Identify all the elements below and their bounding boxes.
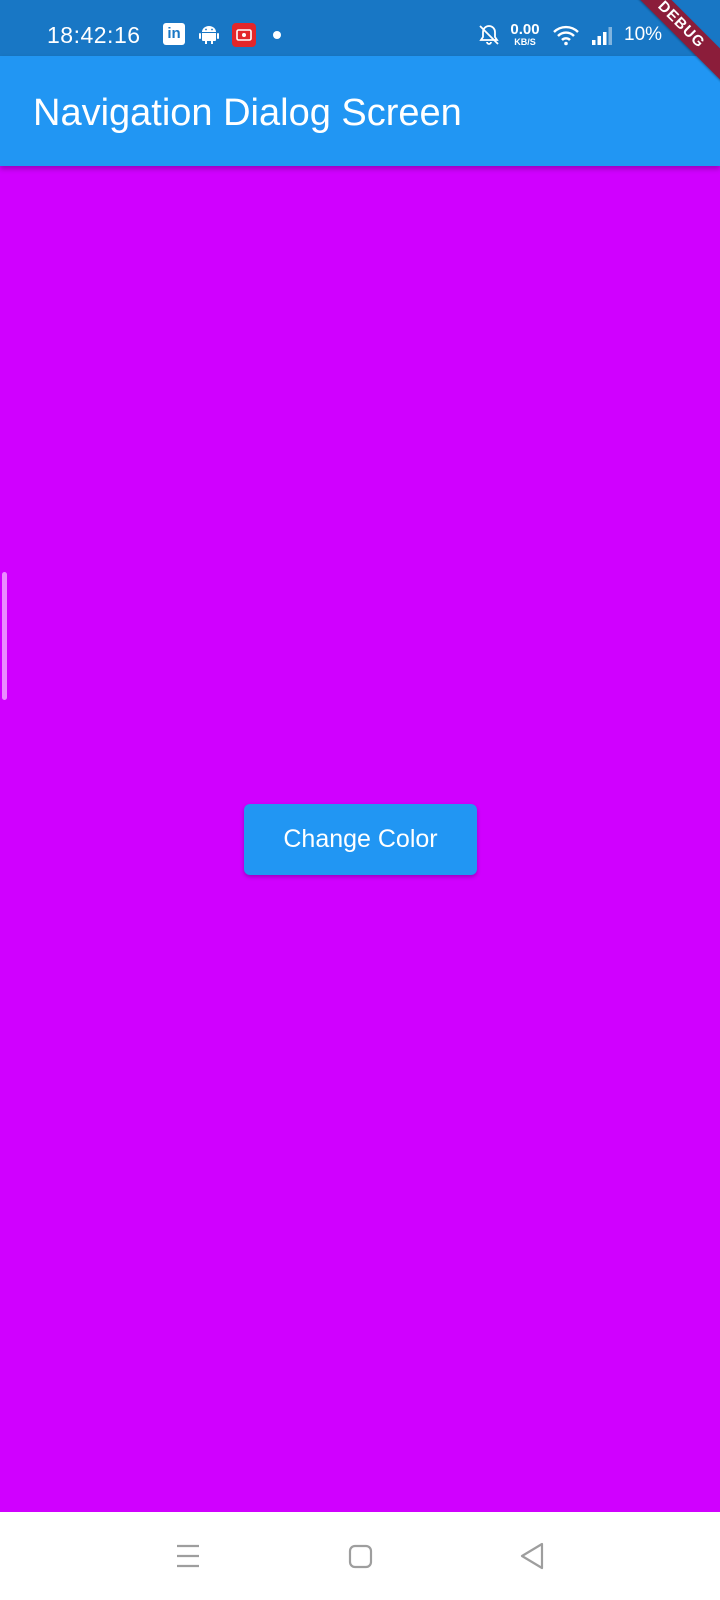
home-icon (348, 1544, 373, 1569)
home-button[interactable] (336, 1532, 384, 1580)
edge-swipe-handle[interactable] (2, 572, 7, 700)
screen-record-icon (232, 23, 256, 47)
page-title: Navigation Dialog Screen (33, 92, 462, 134)
linkedin-icon: in (163, 23, 185, 45)
system-nav-bar (0, 1512, 720, 1600)
status-time: 18:42:16 (47, 22, 141, 48)
signal-icon (592, 27, 612, 45)
status-bar: 18:42:16 in 0.00 KB/S 10% (0, 0, 720, 56)
back-button[interactable] (508, 1532, 556, 1580)
app-bar: Navigation Dialog Screen (0, 56, 720, 166)
battery-level: 10% (624, 24, 663, 45)
android-icon (199, 26, 219, 44)
change-color-button[interactable]: Change Color (244, 804, 477, 875)
back-icon (520, 1542, 544, 1570)
menu-icon (177, 1544, 199, 1568)
notification-dot-icon (273, 31, 281, 39)
color-content-area: Change Color (0, 166, 720, 1512)
menu-button[interactable] (164, 1532, 212, 1580)
net-speed-unit: KB/S (514, 37, 536, 47)
linkedin-glyph: in (167, 25, 181, 42)
net-speed: 0.00 KB/S (508, 22, 542, 47)
net-speed-value: 0.00 (510, 21, 540, 38)
wifi-icon (553, 25, 579, 46)
bell-off-icon (479, 25, 499, 45)
